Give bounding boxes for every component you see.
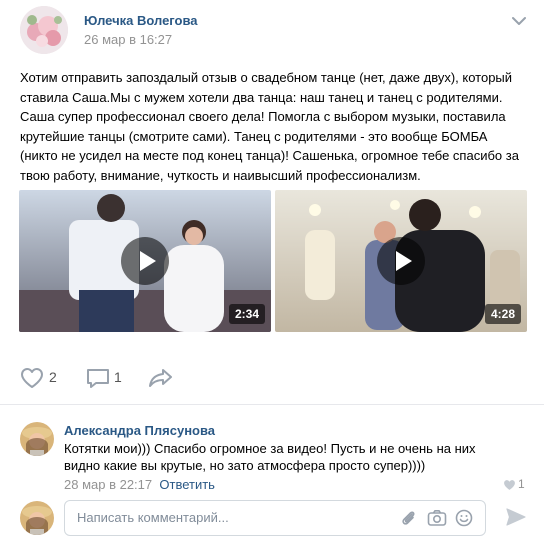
comment-meta: 28 мар в 22:17 Ответить bbox=[64, 477, 215, 492]
heart-icon bbox=[503, 479, 516, 491]
current-user-avatar[interactable] bbox=[20, 501, 54, 535]
share-arrow-icon bbox=[148, 367, 174, 389]
commenter-avatar[interactable] bbox=[20, 422, 54, 456]
like-count: 2 bbox=[49, 369, 57, 385]
video-duration: 4:28 bbox=[484, 304, 521, 324]
comment-text: Котятки мои))) Спасибо огромное за видео… bbox=[64, 441, 476, 473]
comment-input-placeholder: Написать комментарий... bbox=[77, 510, 229, 525]
post-text: Хотим отправить запоздалый отзыв о сваде… bbox=[20, 70, 519, 183]
comment-date[interactable]: 28 мар в 22:17 bbox=[64, 477, 152, 492]
play-icon[interactable] bbox=[121, 237, 169, 285]
chevron-down-icon[interactable] bbox=[512, 16, 526, 26]
smiley-icon[interactable] bbox=[455, 509, 473, 527]
video-thumbnail-1[interactable]: 2:34 bbox=[19, 190, 271, 332]
author-avatar[interactable] bbox=[20, 6, 68, 54]
divider bbox=[0, 404, 544, 405]
comment-input[interactable]: Написать комментарий... bbox=[64, 500, 486, 536]
post-date[interactable]: 26 мар в 16:27 bbox=[84, 32, 172, 47]
comment-like-count: 1 bbox=[518, 477, 525, 491]
speech-bubble-icon bbox=[86, 367, 110, 389]
reply-link[interactable]: Ответить bbox=[159, 477, 215, 492]
video-duration: 2:34 bbox=[228, 304, 265, 324]
send-icon[interactable] bbox=[505, 507, 527, 527]
video-thumbnail-2[interactable]: 4:28 bbox=[275, 190, 527, 332]
post-author-name[interactable]: Юлечка Волегова bbox=[84, 13, 198, 28]
camera-icon[interactable] bbox=[427, 509, 447, 527]
heart-icon bbox=[20, 367, 44, 389]
comment-author-name[interactable]: Александра Плясунова bbox=[64, 423, 215, 438]
paperclip-icon[interactable] bbox=[400, 509, 418, 527]
comment-count: 1 bbox=[114, 369, 122, 385]
play-icon[interactable] bbox=[377, 237, 425, 285]
